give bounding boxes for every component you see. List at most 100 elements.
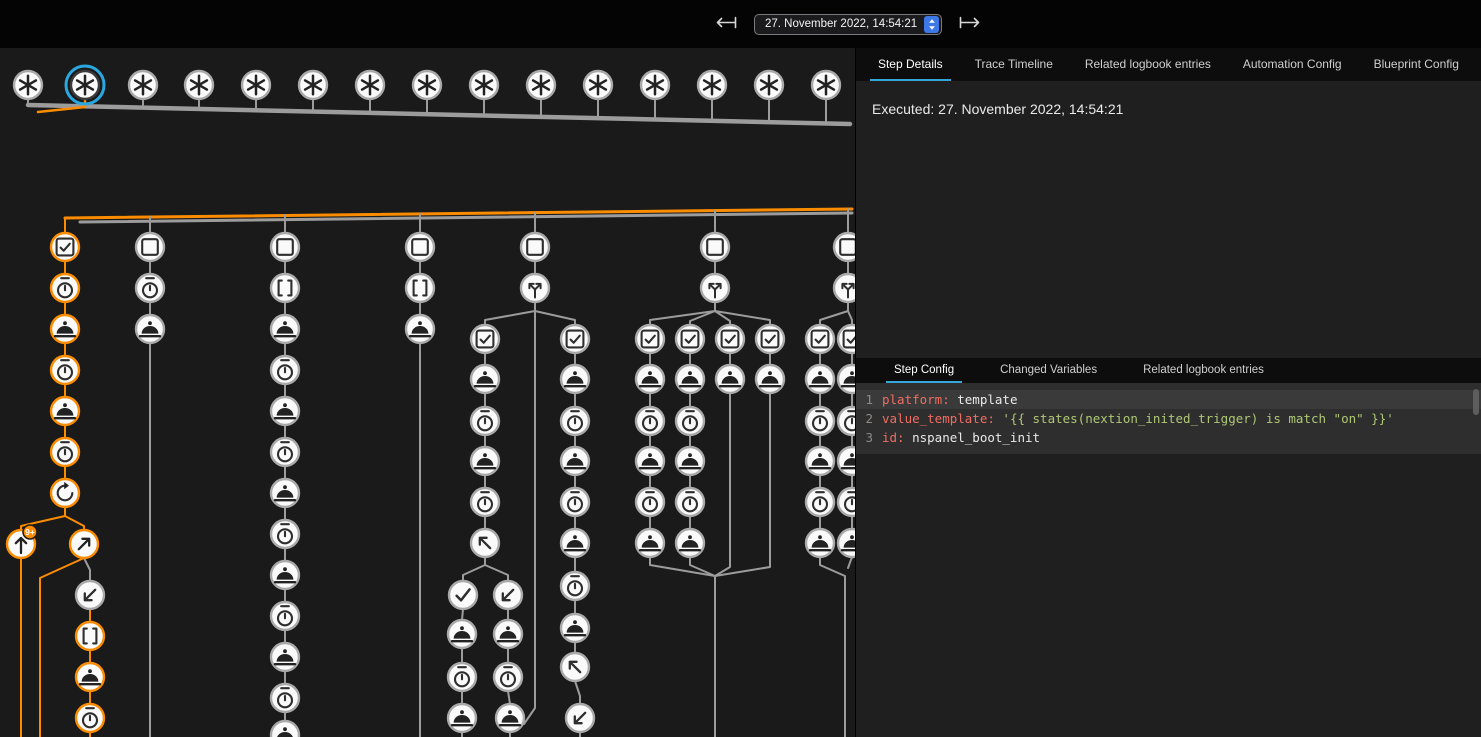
graph-node-service[interactable]: [561, 614, 589, 642]
scrollbar-thumb[interactable]: [1473, 389, 1479, 415]
graph-node-timer[interactable]: [838, 488, 855, 516]
graph-node-timer[interactable]: [561, 572, 589, 600]
graph-node-service[interactable]: [756, 365, 784, 393]
graph-node-timer[interactable]: [471, 407, 499, 435]
graph-node-service[interactable]: [636, 365, 664, 393]
graph-node-arrow-up[interactable]: 9+: [7, 525, 37, 558]
graph-node-choose[interactable]: [701, 274, 729, 302]
graph-node-service[interactable]: [676, 447, 704, 475]
graph-node-asterisk[interactable]: [185, 71, 213, 99]
graph-node-checkbox[interactable]: [636, 325, 664, 353]
graph-node-asterisk[interactable]: [641, 71, 669, 99]
graph-node-square[interactable]: [271, 233, 299, 261]
graph-node-square[interactable]: [136, 233, 164, 261]
previous-trace-button[interactable]: [712, 14, 740, 34]
graph-node-service[interactable]: [838, 529, 855, 557]
graph-node-service[interactable]: [806, 365, 834, 393]
graph-node-timer[interactable]: [636, 488, 664, 516]
graph-node-service[interactable]: [561, 365, 589, 393]
graph-node-service[interactable]: [271, 721, 299, 737]
tab-automation-config[interactable]: Automation Config: [1235, 48, 1350, 81]
graph-node-timer[interactable]: [676, 407, 704, 435]
graph-node-service[interactable]: [51, 397, 79, 425]
graph-node-brackets[interactable]: [406, 274, 434, 302]
graph-node-asterisk[interactable]: [698, 71, 726, 99]
tab-trace-timeline[interactable]: Trace Timeline: [967, 48, 1061, 81]
tab-related-logbook-entries[interactable]: Related logbook entries: [1077, 48, 1219, 81]
graph-node-asterisk[interactable]: [584, 71, 612, 99]
graph-node-choose[interactable]: [521, 274, 549, 302]
code-line-3[interactable]: 3id: nspanel_boot_init: [856, 428, 1481, 447]
graph-node-timer[interactable]: [76, 704, 104, 732]
tab-related-logbook-entries[interactable]: Related logbook entries: [1135, 358, 1272, 383]
graph-node-arrow-up-left[interactable]: [561, 653, 589, 681]
graph-node-repeat[interactable]: [51, 479, 79, 507]
graph-node-asterisk[interactable]: [812, 71, 840, 99]
graph-node-service[interactable]: [838, 447, 855, 475]
tab-blueprint-config[interactable]: Blueprint Config: [1366, 48, 1467, 81]
graph-node-asterisk[interactable]: [413, 71, 441, 99]
graph-node-checkbox[interactable]: [676, 325, 704, 353]
graph-node-asterisk[interactable]: [129, 71, 157, 99]
graph-node-timer[interactable]: [271, 684, 299, 712]
graph-node-brackets[interactable]: [76, 622, 104, 650]
graph-node-timer[interactable]: [51, 356, 79, 384]
graph-node-timer[interactable]: [471, 488, 499, 516]
tab-step-details[interactable]: Step Details: [870, 48, 951, 81]
graph-node-service[interactable]: [636, 529, 664, 557]
graph-node-service[interactable]: [51, 315, 79, 343]
graph-node-service[interactable]: [471, 447, 499, 475]
graph-node-service[interactable]: [561, 447, 589, 475]
graph-node-arrow-up-right[interactable]: [70, 530, 98, 558]
graph-node-service[interactable]: [448, 620, 476, 648]
graph-node-checkbox[interactable]: [838, 325, 855, 353]
graph-node-checkbox[interactable]: [51, 233, 79, 261]
graph-node-timer[interactable]: [806, 488, 834, 516]
graph-node-checkbox[interactable]: [471, 325, 499, 353]
graph-node-service[interactable]: [496, 704, 524, 732]
graph-node-check[interactable]: [449, 581, 477, 609]
graph-node-service[interactable]: [271, 315, 299, 343]
graph-node-service[interactable]: [271, 561, 299, 589]
graph-node-brackets[interactable]: [271, 274, 299, 302]
code-line-2[interactable]: 2value_template: '{{ states(nextion_init…: [856, 409, 1481, 428]
graph-node-service[interactable]: [494, 620, 522, 648]
graph-node-service[interactable]: [838, 365, 855, 393]
graph-node-service[interactable]: [136, 315, 164, 343]
tab-changed-variables[interactable]: Changed Variables: [992, 358, 1105, 383]
graph-node-service[interactable]: [806, 529, 834, 557]
graph-node-service[interactable]: [636, 447, 664, 475]
yaml-editor[interactable]: 1platform: template2value_template: '{{ …: [856, 383, 1481, 454]
graph-node-asterisk[interactable]: [755, 71, 783, 99]
graph-node-timer[interactable]: [51, 438, 79, 466]
graph-node-checkbox[interactable]: [561, 325, 589, 353]
graph-node-service[interactable]: [271, 397, 299, 425]
graph-node-choose[interactable]: [834, 274, 855, 302]
graph-node-timer[interactable]: [676, 488, 704, 516]
graph-node-service[interactable]: [271, 479, 299, 507]
graph-node-service[interactable]: [561, 529, 589, 557]
graph-node-square[interactable]: [406, 233, 434, 261]
graph-node-timer[interactable]: [271, 356, 299, 384]
graph-node-service[interactable]: [448, 704, 476, 732]
graph-node-timer[interactable]: [51, 274, 79, 302]
graph-node-asterisk[interactable]: [470, 71, 498, 99]
graph-node-timer[interactable]: [838, 407, 855, 435]
graph-node-timer[interactable]: [561, 407, 589, 435]
graph-node-asterisk[interactable]: [66, 66, 104, 104]
graph-node-service[interactable]: [76, 663, 104, 691]
graph-node-service[interactable]: [676, 365, 704, 393]
graph-node-timer[interactable]: [271, 438, 299, 466]
graph-node-asterisk[interactable]: [356, 71, 384, 99]
graph-node-arrow-up-left[interactable]: [471, 529, 499, 557]
graph-node-checkbox[interactable]: [806, 325, 834, 353]
trace-date-select[interactable]: 27. November 2022, 14:54:21: [754, 14, 942, 35]
graph-node-service[interactable]: [406, 315, 434, 343]
graph-node-checkbox[interactable]: [716, 325, 744, 353]
code-line-1[interactable]: 1platform: template: [856, 390, 1481, 409]
graph-node-square[interactable]: [701, 233, 729, 261]
graph-node-timer[interactable]: [806, 407, 834, 435]
graph-node-checkbox[interactable]: [756, 325, 784, 353]
graph-node-arrow-down-left[interactable]: [494, 581, 522, 609]
graph-node-square[interactable]: [834, 233, 855, 261]
